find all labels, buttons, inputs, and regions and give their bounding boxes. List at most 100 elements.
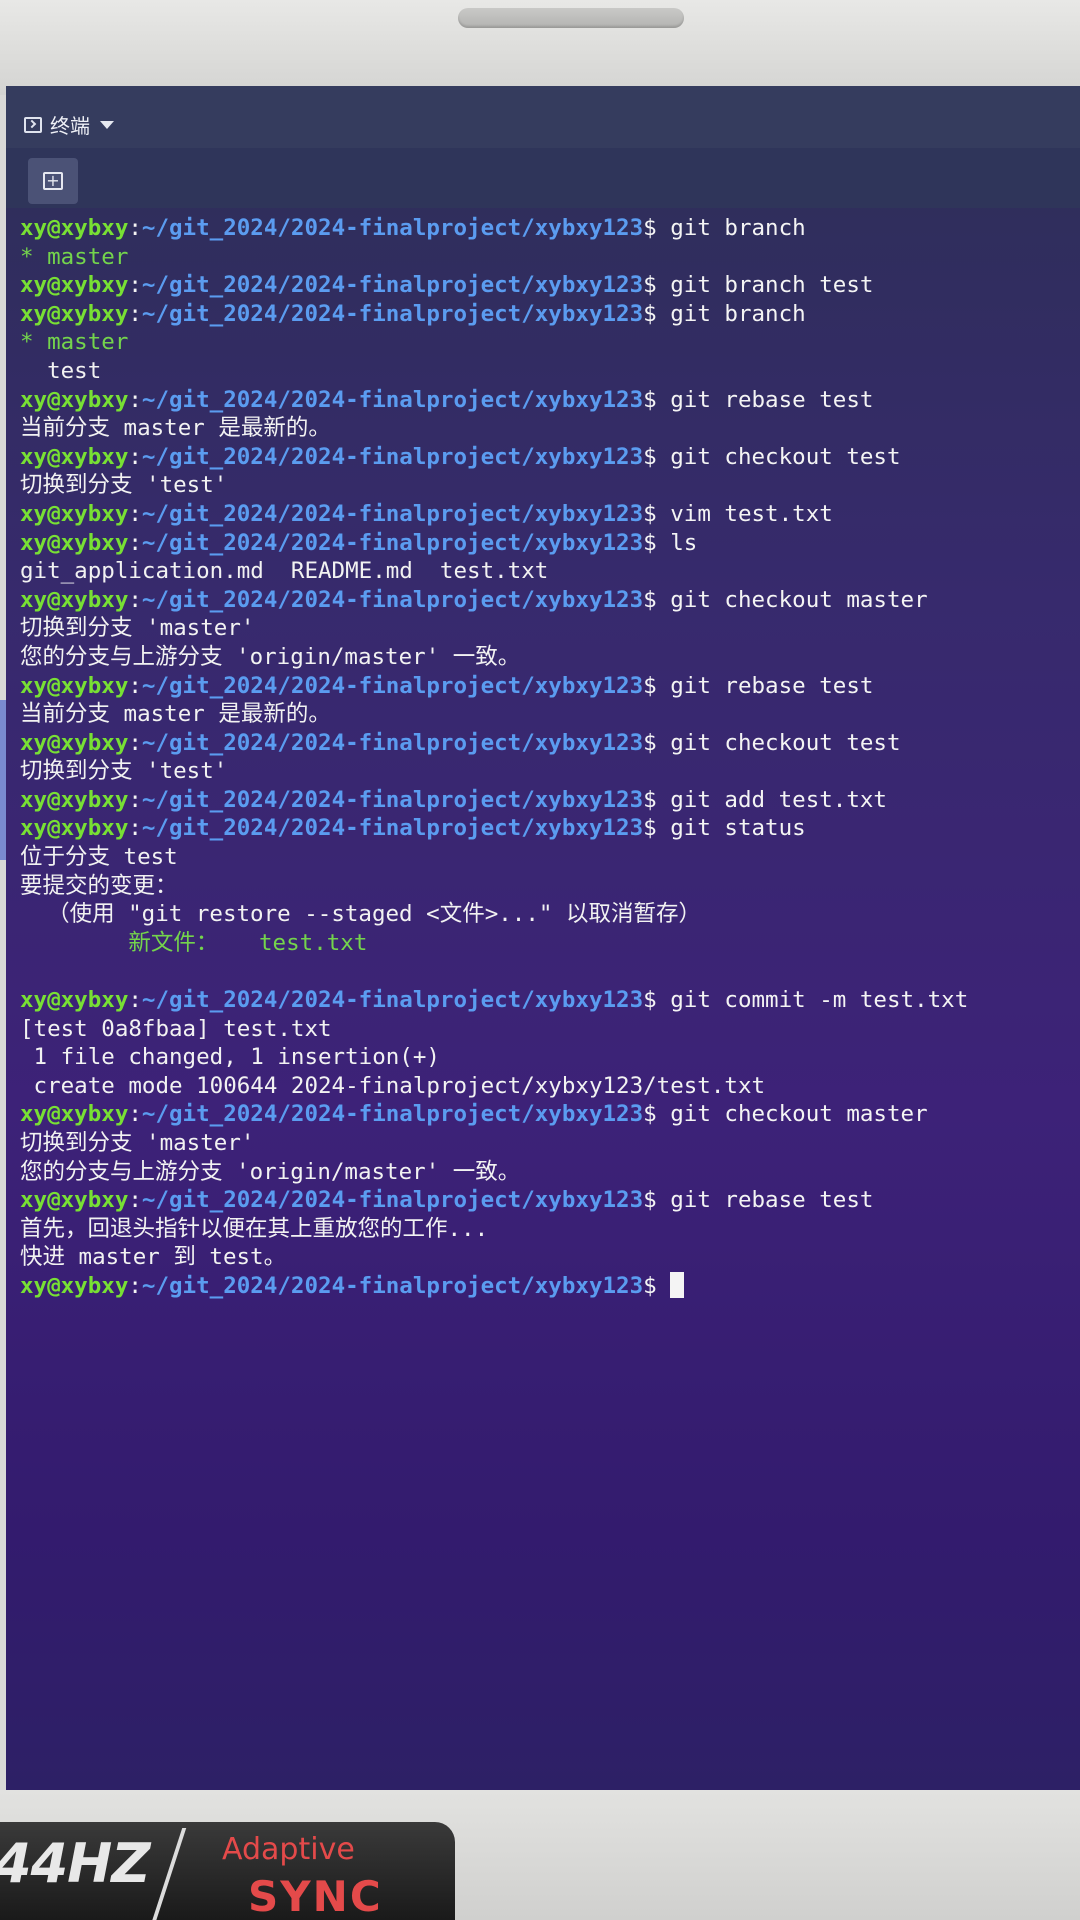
prompt-colon: : xyxy=(128,529,142,556)
prompt-line: xy@xybxy:~/git_2024/2024-finalproject/xy… xyxy=(20,1186,1070,1215)
prompt-user: xy@xybxy xyxy=(20,529,129,556)
prompt-line: xy@xybxy:~/git_2024/2024-finalproject/xy… xyxy=(20,986,1070,1015)
prompt-user: xy@xybxy xyxy=(20,386,129,413)
prompt-symbol: $ xyxy=(643,215,657,241)
output-line: 新文件： test.txt xyxy=(20,929,1070,958)
prompt-line: xy@xybxy:~/git_2024/2024-finalproject/xy… xyxy=(20,586,1070,615)
prompt-user: xy@xybxy xyxy=(20,729,129,756)
output-text: 切换到分支 'test' xyxy=(20,472,228,499)
prompt-user: xy@xybxy xyxy=(20,1272,129,1299)
prompt-colon: : xyxy=(128,300,142,327)
output-text: 快进 master 到 test。 xyxy=(20,1244,287,1271)
prompt-user: xy@xybxy xyxy=(20,586,129,613)
window-edge-highlight xyxy=(0,700,6,860)
prompt-user: xy@xybxy xyxy=(20,272,129,299)
prompt-colon: : xyxy=(128,729,142,756)
command-text: git commit -m test.txt xyxy=(670,987,969,1014)
output-line: 切换到分支 'master' xyxy=(20,1129,1070,1158)
prompt-line: xy@xybxy:~/git_2024/2024-finalproject/xy… xyxy=(20,271,1070,300)
new-tab-button[interactable]: + xyxy=(28,158,78,204)
output-line: 您的分支与上游分支 'origin/master' 一致。 xyxy=(20,1158,1070,1187)
prompt-path: ~/git_2024/2024-finalproject/xybxy123 xyxy=(141,1187,644,1214)
prompt-path: ~/git_2024/2024-finalproject/xybxy123 xyxy=(141,500,644,527)
output-line: 当前分支 master 是最新的。 xyxy=(20,700,1070,729)
prompt-path: ~/git_2024/2024-finalproject/xybxy123 xyxy=(141,1101,644,1128)
prompt-colon: : xyxy=(128,1101,142,1128)
prompt-symbol: $ xyxy=(643,729,657,756)
output-line: 切换到分支 'test' xyxy=(20,757,1070,786)
command-text: git checkout test xyxy=(670,729,901,756)
prompt-user: xy@xybxy xyxy=(20,815,129,842)
prompt-path: ~/git_2024/2024-finalproject/xybxy123 xyxy=(141,729,644,756)
prompt-path: ~/git_2024/2024-finalproject/xybxy123 xyxy=(141,529,644,556)
prompt-colon: : xyxy=(128,1187,142,1214)
terminal-tabbar xyxy=(6,148,1080,208)
prompt-colon: : xyxy=(128,586,142,613)
prompt-path: ~/git_2024/2024-finalproject/xybxy123 xyxy=(141,586,644,613)
output-text: 切换到分支 'master' xyxy=(20,1130,255,1156)
prompt-line: xy@xybxy:~/git_2024/2024-finalproject/xy… xyxy=(20,386,1070,415)
prompt-symbol: $ xyxy=(643,987,657,1014)
prompt-user: xy@xybxy xyxy=(20,1187,129,1214)
output-line: create mode 100644 2024-finalproject/xyb… xyxy=(20,1072,1070,1101)
command-text: git branch xyxy=(670,300,806,327)
prompt-line: xy@xybxy:~/git_2024/2024-finalproject/xy… xyxy=(20,500,1070,529)
new-tab-icon: + xyxy=(43,172,63,190)
prompt-path: ~/git_2024/2024-finalproject/xybxy123 xyxy=(141,300,644,327)
command-text: git status xyxy=(670,815,806,842)
prompt-colon: : xyxy=(128,672,142,699)
prompt-user: xy@xybxy xyxy=(20,215,129,241)
prompt-symbol: $ xyxy=(643,586,657,613)
output-text: 您的分支与上游分支 'origin/master' 一致。 xyxy=(20,643,521,670)
badge-divider xyxy=(149,1828,187,1920)
prompt-path: ~/git_2024/2024-finalproject/xybxy123 xyxy=(141,815,644,842)
output-line: 1 file changed, 1 insertion(+) xyxy=(20,1043,1070,1072)
prompt-symbol: $ xyxy=(643,1101,657,1128)
prompt-symbol: $ xyxy=(643,672,657,699)
prompt-line: xy@xybxy:~/git_2024/2024-finalproject/xy… xyxy=(20,300,1070,329)
command-text: ls xyxy=(670,529,698,556)
output-line: 切换到分支 'test' xyxy=(20,471,1070,500)
output-line: 首先，回退头指针以便在其上重放您的工作... xyxy=(20,1215,1070,1244)
command-text: git checkout master xyxy=(670,1101,928,1128)
output-line: 位于分支 test xyxy=(20,843,1070,872)
command-text: git branch xyxy=(670,215,806,241)
prompt-symbol: $ xyxy=(643,500,657,527)
output-line: test xyxy=(20,357,1070,386)
prompt-colon: : xyxy=(128,987,142,1014)
command-text: git rebase test xyxy=(670,1187,874,1214)
command-text: vim test.txt xyxy=(670,500,833,527)
prompt-path: ~/git_2024/2024-finalproject/xybxy123 xyxy=(141,987,644,1014)
prompt-path: ~/git_2024/2024-finalproject/xybxy123 xyxy=(141,672,644,699)
prompt-symbol: $ xyxy=(643,300,657,327)
prompt-user: xy@xybxy xyxy=(20,672,129,699)
app-menu[interactable]: 终端 xyxy=(24,110,114,139)
output-line: 您的分支与上游分支 'origin/master' 一致。 xyxy=(20,643,1070,672)
prompt-path: ~/git_2024/2024-finalproject/xybxy123 xyxy=(141,1272,644,1299)
prompt-user: xy@xybxy xyxy=(20,443,129,470)
output-line: git_application.md README.md test.txt xyxy=(20,557,1070,586)
prompt-symbol: $ xyxy=(643,1272,657,1299)
output-text: * master xyxy=(20,329,129,356)
command-text: git checkout master xyxy=(670,586,928,613)
output-text: 要提交的变更： xyxy=(20,872,178,899)
screen: 终端 + xy@xybxy:~/git_2024/2024-finalproje… xyxy=(6,86,1080,1790)
prompt-colon: : xyxy=(128,815,142,842)
output-line: [test 0a8fbaa] test.txt xyxy=(20,1015,1070,1044)
prompt-line: xy@xybxy:~/git_2024/2024-finalproject/xy… xyxy=(20,443,1070,472)
prompt-colon: : xyxy=(128,500,142,527)
prompt-symbol: $ xyxy=(643,443,657,470)
prompt-path: ~/git_2024/2024-finalproject/xybxy123 xyxy=(141,272,644,299)
prompt-user: xy@xybxy xyxy=(20,300,129,327)
prompt-symbol: $ xyxy=(643,272,657,299)
terminal-output[interactable]: xy@xybxy:~/git_2024/2024-finalproject/xy… xyxy=(20,214,1070,1301)
output-text: test xyxy=(20,357,102,384)
output-text: 新文件： test.txt xyxy=(20,929,368,956)
output-text: 您的分支与上游分支 'origin/master' 一致。 xyxy=(20,1158,521,1185)
output-text: * master xyxy=(20,243,129,270)
app-title: 终端 xyxy=(50,114,90,138)
output-text: （使用 "git restore --staged <文件>..." 以取消暂存… xyxy=(20,901,701,928)
command-text: git rebase test xyxy=(670,672,874,699)
prompt-path: ~/git_2024/2024-finalproject/xybxy123 xyxy=(141,443,644,470)
